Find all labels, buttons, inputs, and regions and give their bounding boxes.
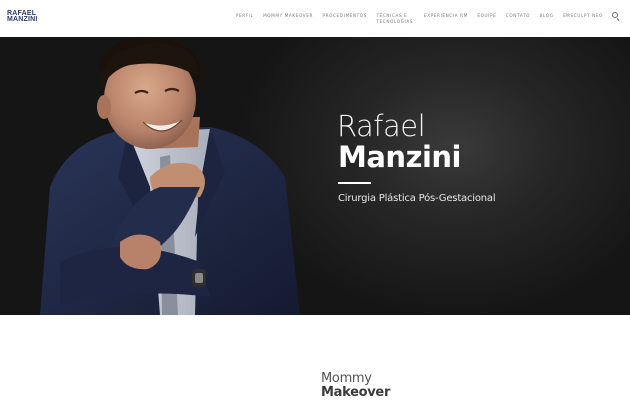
section-title-line-1: Mommy <box>321 371 372 386</box>
main-nav: Perfil Mommy Makeover Procedimentos Técn… <box>226 0 620 37</box>
nav-item-contato[interactable]: Contato <box>506 13 530 19</box>
hero-last-name: Manzini <box>338 140 461 174</box>
site-logo[interactable]: RAFAEL MANZINI <box>7 10 38 23</box>
nav-item-perfil[interactable]: Perfil <box>236 13 254 19</box>
mommy-makeover-section: Mommy Makeover <box>0 315 630 400</box>
hero-text-block: Rafael Manzini Cirurgia Plástica Pós-Ges… <box>337 109 496 204</box>
section-title-line-2: Makeover <box>321 385 391 400</box>
hero-first-name: Rafael <box>337 109 426 143</box>
section-title: Mommy Makeover <box>321 372 390 400</box>
nav-item-tecnicas-e-tecnologias[interactable]: Técnicas e Tecnologias <box>376 13 414 25</box>
nav-item-procedimentos[interactable]: Procedimentos <box>323 13 367 19</box>
search-icon[interactable] <box>612 12 620 21</box>
nav-item-blog[interactable]: Blog <box>540 13 554 19</box>
nav-item-equipe[interactable]: Equipe <box>477 13 496 19</box>
hero-divider <box>338 182 371 184</box>
hero-portrait-photo <box>40 37 300 315</box>
nav-item-experiencia-rm[interactable]: Experiência RM <box>424 13 468 19</box>
hero-banner: Rafael Manzini Cirurgia Plástica Pós-Ges… <box>0 37 630 315</box>
nav-item-emsculpt-neo[interactable]: Emsculpt Neo <box>563 13 603 19</box>
logo-line-2: MANZINI <box>7 16 38 23</box>
site-header: RAFAEL MANZINI Perfil Mommy Makeover Pro… <box>0 0 630 37</box>
nav-item-mommy-makeover[interactable]: Mommy Makeover <box>263 13 313 19</box>
hero-tagline: Cirurgia Plástica Pós-Gestacional <box>338 192 496 204</box>
